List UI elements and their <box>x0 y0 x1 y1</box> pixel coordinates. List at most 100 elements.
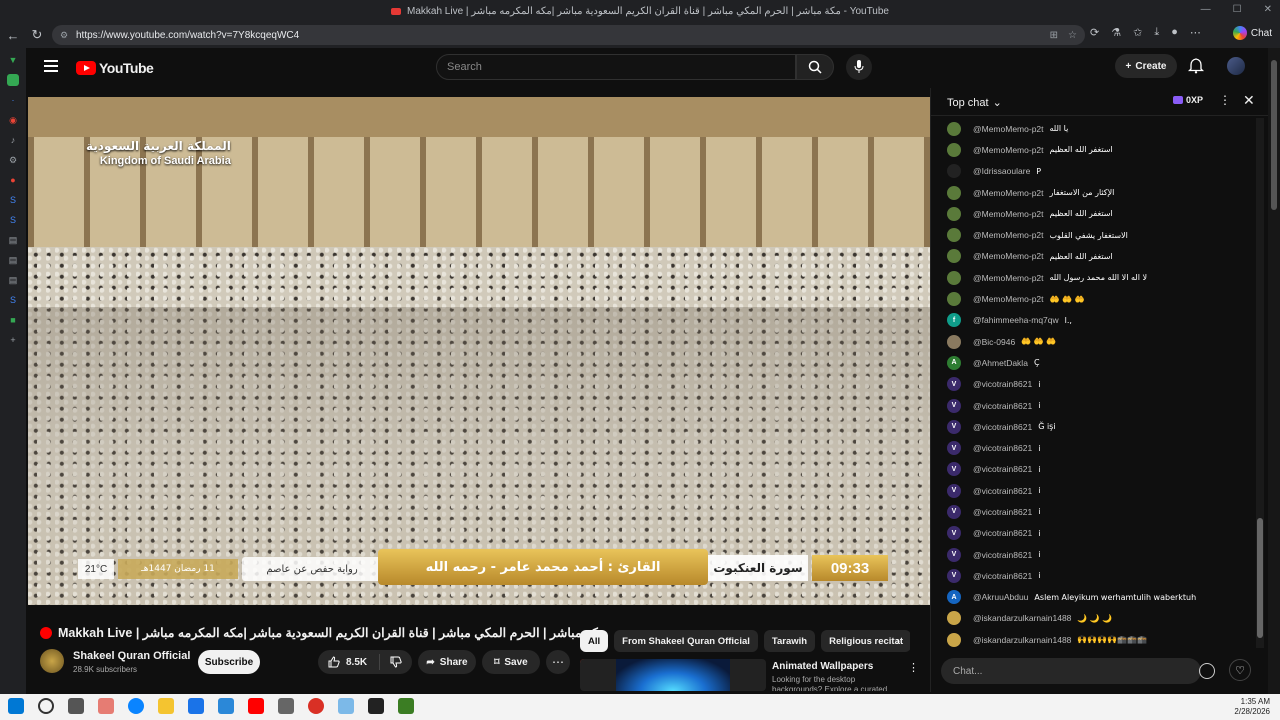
like-button[interactable]: 8.5K <box>318 654 380 670</box>
emoji-icon[interactable] <box>1199 663 1215 679</box>
task-view-icon[interactable] <box>68 698 84 714</box>
create-button[interactable]: + Create <box>1115 54 1177 78</box>
sidebar-icon-5[interactable]: ● <box>7 174 19 186</box>
copilot-chat-button[interactable]: Chat <box>1232 26 1272 40</box>
chat-author[interactable]: @iskandarzulkarnain1488 <box>973 635 1071 645</box>
sidebar-icon-2[interactable] <box>7 74 19 86</box>
recommended-menu-icon[interactable]: ⋮ <box>908 661 919 674</box>
chat-author[interactable]: @vicotrain8621 <box>973 379 1032 389</box>
chat-menu-icon[interactable]: ⋮ <box>1219 93 1231 107</box>
app-taskbar-icon-5[interactable] <box>398 698 414 714</box>
chat-author[interactable]: @iskandarzulkarnain1488 <box>973 613 1071 623</box>
reload-icon[interactable]: ↻ <box>26 24 48 46</box>
chat-avatar[interactable]: A <box>947 590 961 605</box>
chat-close-icon[interactable]: ✕ <box>1243 92 1255 109</box>
chat-author[interactable]: @AhmetDakla <box>973 358 1028 368</box>
chat-avatar[interactable] <box>947 292 961 307</box>
app-taskbar-icon-2[interactable] <box>308 698 324 714</box>
chat-author[interactable]: @vicotrain8621 <box>973 464 1032 474</box>
app-taskbar-icon-4[interactable] <box>368 698 384 714</box>
chat-author[interactable]: @Bic-0946 <box>973 337 1015 347</box>
site-info-icon[interactable]: ⚙ <box>60 30 70 40</box>
chat-avatar[interactable] <box>947 632 961 647</box>
chat-avatar[interactable]: f <box>947 313 961 328</box>
audio-icon[interactable]: ♪ <box>7 134 19 146</box>
windows-start-icon[interactable] <box>8 698 24 714</box>
chat-author[interactable]: @vicotrain8621 <box>973 550 1032 560</box>
minimize-icon[interactable]: — <box>1201 4 1211 15</box>
address-bar[interactable]: ⚙ https://www.youtube.com/watch?v=7Y8kcq… <box>52 25 1085 45</box>
chat-author[interactable]: @vicotrain8621 <box>973 571 1032 581</box>
settings-icon[interactable]: ⚙ <box>7 154 19 166</box>
chat-avatar[interactable] <box>947 206 961 221</box>
copilot-taskbar-icon[interactable] <box>98 698 114 714</box>
chat-author[interactable]: @fahimmeeha-mq7qw <box>973 315 1059 325</box>
sidebar-icon-10[interactable]: ▤ <box>7 274 19 286</box>
chat-avatar[interactable]: V <box>947 462 961 477</box>
page-scrollbar[interactable] <box>1268 48 1280 694</box>
system-clock[interactable]: 1:35 AM 2/28/2026 <box>1234 697 1270 717</box>
refresh-extension-icon[interactable]: ⟳ <box>1090 26 1099 39</box>
chat-avatar[interactable]: V <box>947 504 961 519</box>
voice-search-button[interactable] <box>846 54 872 80</box>
youtube-taskbar-icon[interactable] <box>248 698 264 714</box>
chat-avatar[interactable] <box>947 611 961 626</box>
channel-name[interactable]: Shakeel Quran Official <box>73 650 190 662</box>
sidebar-icon-12[interactable]: ■ <box>7 314 19 326</box>
search-taskbar-icon[interactable] <box>38 698 54 714</box>
save-button[interactable]: ⌑ Save <box>482 650 540 674</box>
notifications-bell-icon[interactable] <box>1188 58 1204 74</box>
chat-author[interactable]: @vicotrain8621 <box>973 422 1032 432</box>
chat-author[interactable]: @vicotrain8621 <box>973 443 1032 453</box>
share-button[interactable]: ➦ Share <box>418 650 476 674</box>
chat-author[interactable]: @MemoMemo-p2t <box>973 124 1044 134</box>
chat-author[interactable]: @Idrissaoulare <box>973 166 1030 176</box>
chat-author[interactable]: @vicotrain8621 <box>973 401 1032 411</box>
maximize-icon[interactable]: ☐ <box>1233 4 1242 15</box>
chat-author[interactable]: @vicotrain8621 <box>973 528 1032 538</box>
chat-author[interactable]: @MemoMemo-p2t <box>973 230 1044 240</box>
chat-author[interactable]: @MemoMemo-p2t <box>973 273 1044 283</box>
chat-avatar[interactable] <box>947 185 961 200</box>
recommended-video[interactable]: Animated Wallpapers Looking for the desk… <box>580 659 920 691</box>
store-icon[interactable] <box>188 698 204 714</box>
subscribe-button[interactable]: Subscribe <box>198 650 260 674</box>
chip-all[interactable]: All <box>580 630 609 652</box>
chat-avatar[interactable] <box>947 249 961 264</box>
chat-avatar[interactable]: V <box>947 377 961 392</box>
app-taskbar-icon-1[interactable] <box>278 698 294 714</box>
chat-avatar[interactable]: V <box>947 419 961 434</box>
add-icon[interactable]: + <box>7 334 19 346</box>
chat-avatar[interactable]: A <box>947 355 961 370</box>
profile-icon[interactable]: ● <box>1171 26 1178 39</box>
chat-author[interactable]: @AkruuAbduu <box>973 592 1028 602</box>
chat-avatar[interactable]: V <box>947 441 961 456</box>
chat-avatar[interactable] <box>947 270 961 285</box>
sidebar-icon-3[interactable]: · <box>7 94 19 106</box>
chat-avatar[interactable]: V <box>947 526 961 541</box>
dislike-button[interactable] <box>380 656 412 668</box>
app-taskbar-icon-3[interactable] <box>338 698 354 714</box>
chip-from-channel[interactable]: From Shakeel Quran Official <box>614 630 758 652</box>
downloads-icon[interactable]: ⤓ <box>1154 26 1159 39</box>
close-window-icon[interactable]: ✕ <box>1264 4 1272 15</box>
sidebar-icon-4[interactable]: ◉ <box>7 114 19 126</box>
chat-avatar[interactable]: V <box>947 547 961 562</box>
chat-scrollbar[interactable] <box>1256 118 1264 648</box>
sidebar-icon-6[interactable]: S <box>7 194 19 206</box>
back-icon[interactable]: ← <box>2 24 24 46</box>
chevron-right-icon[interactable]: › <box>896 634 900 648</box>
chat-author[interactable]: @MemoMemo-p2t <box>973 294 1044 304</box>
settings-taskbar-icon[interactable] <box>218 698 234 714</box>
chat-avatar[interactable]: V <box>947 398 961 413</box>
recommended-title[interactable]: Animated Wallpapers <box>772 661 873 672</box>
channel-avatar[interactable] <box>40 649 64 673</box>
chat-avatar[interactable] <box>947 164 961 179</box>
chat-avatar[interactable] <box>947 334 961 349</box>
chat-avatar[interactable] <box>947 121 961 136</box>
heart-icon[interactable]: ♡ <box>1229 659 1251 681</box>
sidebar-icon-11[interactable]: S <box>7 294 19 306</box>
chat-author[interactable]: @MemoMemo-p2t <box>973 145 1044 155</box>
edge-icon[interactable] <box>128 698 144 714</box>
chat-author[interactable]: @vicotrain8621 <box>973 507 1032 517</box>
